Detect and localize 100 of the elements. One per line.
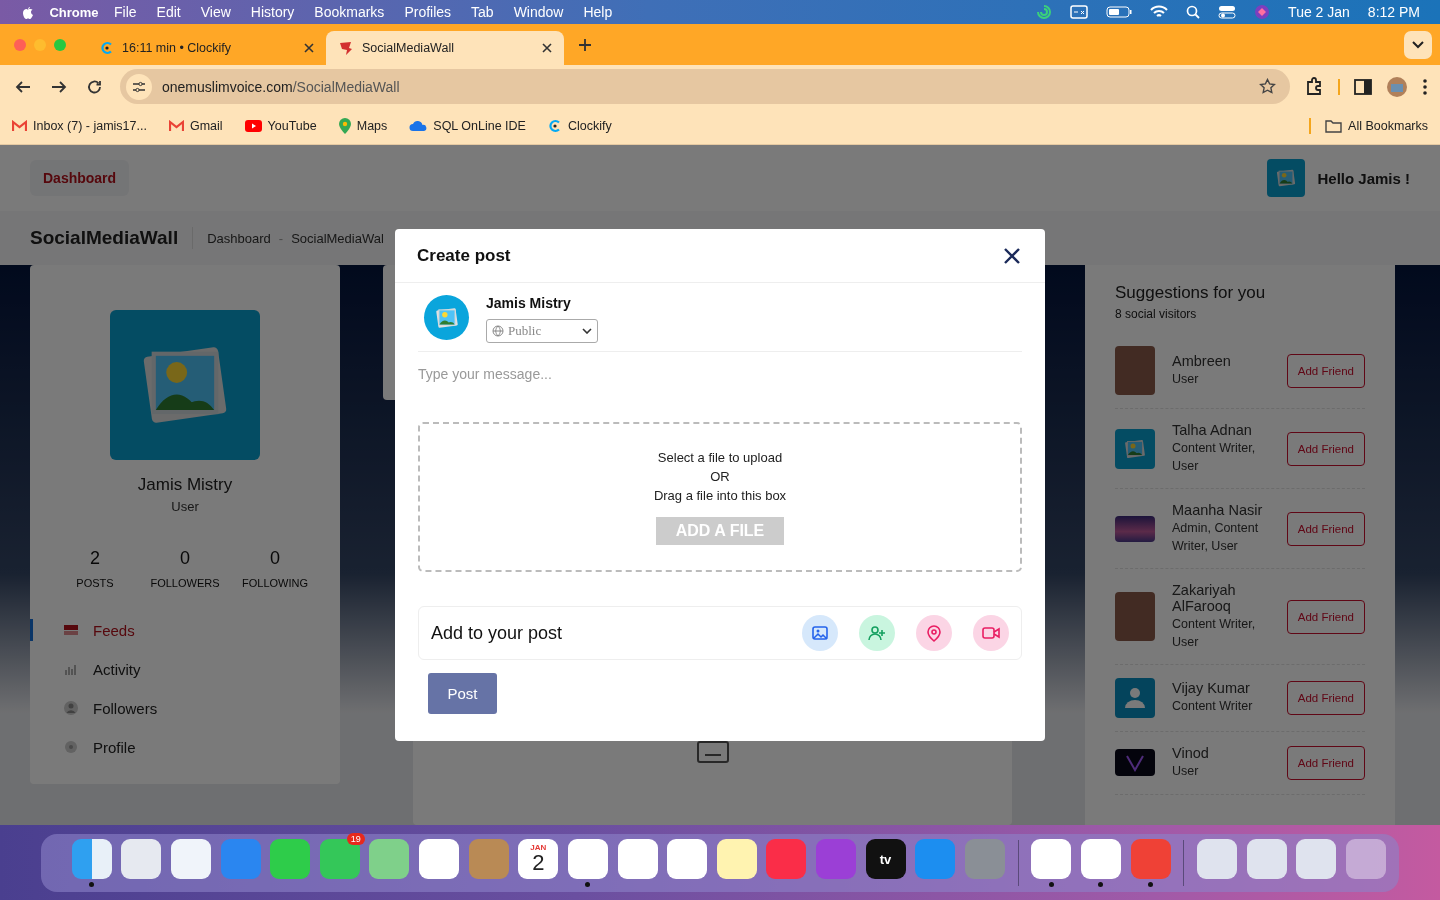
add-user-button[interactable] [859,615,895,651]
close-icon[interactable] [304,43,314,53]
add-friend-button[interactable]: Add Friend [1286,745,1365,780]
photo-placeholder [1115,515,1155,542]
gear-icon [63,739,79,755]
author-name: Jamis Mistry [486,295,572,311]
image-button[interactable] [802,615,838,651]
url-text: onemuslimvoice.com/SocialMediaWall [162,78,400,95]
app-icon[interactable] [567,839,608,879]
bookmark-link[interactable]: All Bookmarks [1325,119,1428,133]
app-icon[interactable]: JAN 2 [518,839,559,879]
app-icon[interactable] [121,839,162,879]
breadcrumb-link[interactable]: SocialMediaWal [291,230,384,246]
back-icon[interactable] [15,78,31,95]
site-settings-icon[interactable] [132,80,146,93]
menubar-date[interactable]: Tue 2 Jan [1288,4,1350,20]
add-friend-button[interactable]: Add Friend [1286,681,1365,715]
window-icon[interactable] [1070,5,1089,19]
more-icon[interactable] [1422,77,1428,96]
puzzle-icon[interactable] [1304,76,1324,97]
audience-select[interactable]: Public [486,319,598,343]
toggle-icon[interactable] [1218,5,1237,19]
bookmark-link[interactable]: Inbox (7) - jamis17... [12,119,147,133]
app-icon[interactable] [369,839,410,879]
close-icon[interactable] [1003,246,1021,265]
app-icon[interactable] [716,839,757,879]
app-icon[interactable] [1080,839,1121,879]
app-icon[interactable]: tv [865,839,906,879]
battery-icon[interactable] [1106,6,1133,18]
photo-placeholder [1115,592,1155,641]
feed-icon [63,622,79,638]
window-thumbnail[interactable] [1197,839,1238,879]
menu-item[interactable]: File [114,4,137,20]
app-icon[interactable] [667,839,708,879]
tab-search-button[interactable] [1404,30,1432,59]
stat-label: FOLLOWERS [149,577,221,589]
browser-tab[interactable]: 16:11 min • Clockify [88,31,326,65]
person-name: Ambreen [1172,352,1232,369]
video-camera-button[interactable] [973,615,1009,651]
person-name: Zakariyah AlFarooq [1172,582,1237,614]
menu-item[interactable]: Tab [471,4,494,20]
sidebar-item[interactable]: Feeds [30,619,340,641]
wifi-icon[interactable] [1150,5,1169,19]
breadcrumb-link[interactable]: Dashboard [207,230,271,246]
upload-instruction: Drag a file into this box [653,487,787,503]
chevron-down-icon [1412,40,1424,49]
menu-item[interactable]: Edit [156,4,181,20]
person-roles: User [1172,763,1200,780]
browser-tab[interactable]: SocialMediaWall [326,31,564,65]
app-icon[interactable] [171,839,211,879]
add-friend-button[interactable]: Add Friend [1286,511,1365,546]
bookmark-link[interactable]: YouTube [244,119,317,133]
side-panel-icon[interactable] [1354,78,1372,95]
app-icon[interactable] [419,839,460,879]
post-button[interactable]: Post [428,673,497,714]
spiral-icon[interactable] [1036,4,1053,20]
apple-icon[interactable] [20,4,34,20]
calendar-day: 2 [532,852,545,874]
stat-value: 2 [89,548,101,569]
add-user-icon [868,624,886,642]
sidebar-item[interactable]: Profile [30,736,340,758]
notification-badge: 19 [346,833,365,845]
menubar-time[interactable]: 8:12 PM [1367,4,1420,20]
menu-item[interactable]: View [200,4,231,20]
sidebar-item[interactable]: Activity [30,658,340,680]
app-icon[interactable] [270,839,311,879]
bookmark-link[interactable]: Clockify [547,119,612,133]
address-bar[interactable]: onemuslimvoice.com/SocialMediaWall [120,69,1290,104]
add-friend-button[interactable]: Add Friend [1286,599,1365,634]
bookmark-link[interactable]: Maps [338,118,388,134]
app-icon[interactable] [1031,839,1072,879]
close-icon[interactable] [542,43,552,53]
location-button[interactable] [916,615,952,651]
orb-icon[interactable] [1254,4,1271,20]
forward-icon[interactable] [51,78,67,95]
menu-item[interactable]: History [250,4,295,20]
folder-icon [1325,119,1343,133]
app-icon[interactable] [71,839,112,879]
window-thumbnail[interactable] [1296,839,1337,879]
sidebar-item[interactable]: Followers [30,697,340,719]
dashboard-button[interactable]: Dashboard [30,160,130,196]
avatar-icon[interactable] [1386,75,1408,98]
reload-icon[interactable] [87,78,103,95]
person-roles: Content Writer, User [1172,616,1257,651]
add-friend-button[interactable]: Add Friend [1286,431,1365,466]
menu-item[interactable]: Window [513,4,564,20]
bookmark-link[interactable]: Gmail [168,119,223,133]
menu-item[interactable]: Profiles [404,4,452,20]
add-friend-button[interactable]: Add Friend [1286,353,1365,388]
window-thumbnail[interactable] [1246,839,1287,879]
search-icon[interactable] [1186,5,1201,19]
mail-icon [12,120,27,132]
bookmark-link[interactable]: SQL OnLine IDE [409,119,526,133]
video-camera-icon [982,624,1000,642]
person-name: Vinod [1172,745,1210,761]
menu-item[interactable]: Help [583,4,613,20]
star-icon[interactable] [1259,78,1276,95]
plus-icon [578,37,592,52]
menu-item[interactable]: Bookmarks [314,4,385,20]
app-icon[interactable] [617,839,658,879]
